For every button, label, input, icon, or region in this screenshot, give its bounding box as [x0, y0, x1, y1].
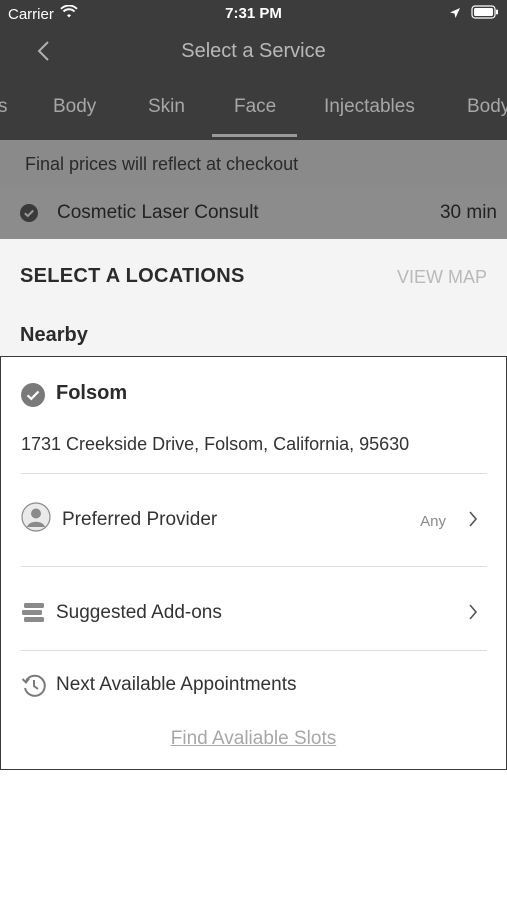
tab-face[interactable]: Face: [234, 96, 276, 118]
service-duration: 30 min: [439, 202, 497, 223]
category-tabs: s Body Skin Face Injectables Body: [0, 78, 507, 140]
page-title: Select a Service: [181, 40, 326, 62]
tab-skin[interactable]: Skin: [148, 96, 185, 118]
layers-icon: [21, 600, 47, 631]
chevron-right-icon: [468, 603, 478, 626]
suggested-addons-row[interactable]: Suggested Add-ons: [1, 593, 506, 633]
tab-body[interactable]: Body: [53, 96, 96, 118]
preferred-provider-value: Any: [420, 513, 446, 530]
section-heading: SELECT A LOCATIONS: [20, 265, 245, 287]
preferred-provider-row[interactable]: Preferred Provider Any: [1, 497, 506, 543]
person-icon: [21, 502, 51, 537]
status-time: 7:31 PM: [225, 5, 282, 22]
status-bar: Carrier 7:31 PM: [0, 0, 507, 28]
check-circle-icon: [21, 383, 45, 412]
next-available-row: Next Available Appointments: [1, 669, 506, 709]
history-icon: [21, 673, 47, 704]
preferred-provider-label: Preferred Provider: [62, 509, 218, 530]
tab-injectables[interactable]: Injectables: [324, 96, 415, 118]
nearby-section: Nearby: [0, 314, 507, 356]
view-map-button[interactable]: VIEW MAP: [397, 267, 487, 288]
battery-icon: [471, 5, 499, 23]
price-notice: Final prices will reflect at checkout: [0, 140, 507, 187]
selected-tab-indicator: [212, 134, 297, 137]
location-address: 1731 Creekside Drive, Folsom, California…: [21, 434, 410, 454]
selected-service[interactable]: Cosmetic Laser Consult 30 min: [0, 187, 507, 239]
divider: [21, 650, 487, 651]
tab-partial-left[interactable]: s: [0, 96, 8, 118]
notice-text: Final prices will reflect at checkout: [25, 154, 299, 174]
navigation-bar: Select a Service: [0, 28, 507, 78]
divider: [21, 566, 487, 567]
status-right: [449, 5, 499, 23]
nearby-heading: Nearby: [20, 324, 88, 346]
next-available-label: Next Available Appointments: [56, 674, 297, 695]
locations-header: SELECT A LOCATIONS VIEW MAP: [0, 239, 507, 315]
location-card[interactable]: Folsom 1731 Creekside Drive, Folsom, Cal…: [0, 356, 507, 770]
find-slots-link[interactable]: Find Avaliable Slots: [1, 728, 506, 750]
chevron-right-icon: [468, 510, 478, 533]
suggested-addons-label: Suggested Add-ons: [56, 602, 222, 623]
tab-body-2[interactable]: Body: [467, 96, 507, 118]
service-name: Cosmetic Laser Consult: [57, 202, 259, 223]
location-arrow-icon: [449, 6, 461, 23]
location-name: Folsom: [56, 382, 128, 404]
check-circle-icon: [20, 204, 38, 227]
divider: [21, 473, 487, 474]
